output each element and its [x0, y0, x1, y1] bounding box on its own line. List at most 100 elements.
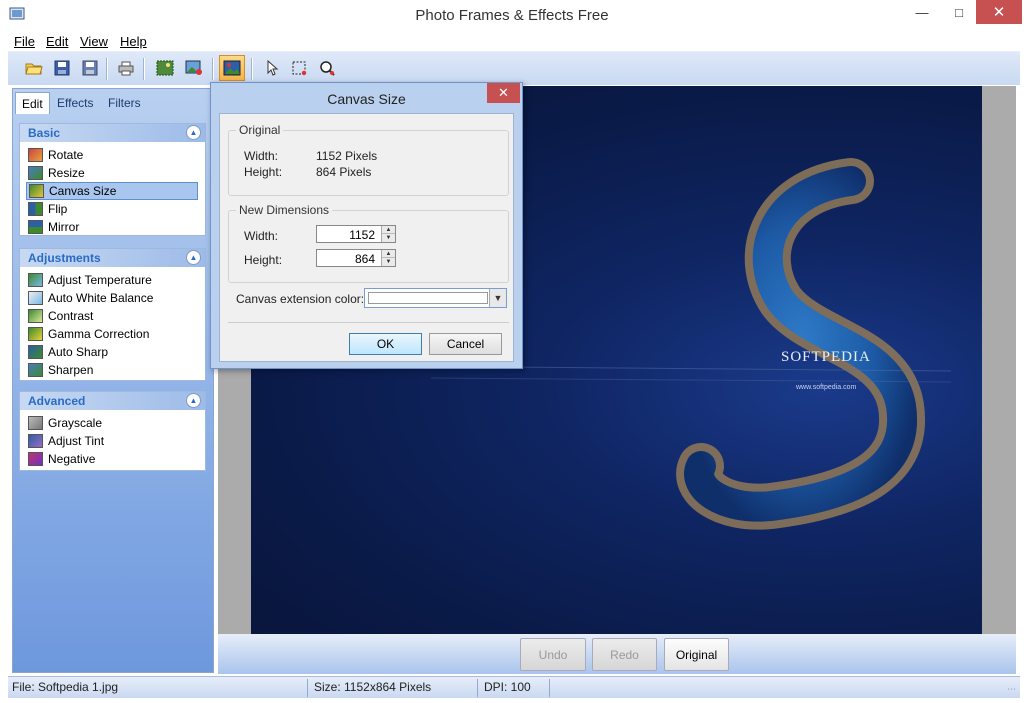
- original-width-value: 1152 Pixels: [316, 149, 378, 163]
- original-height-value: 864 Pixels: [316, 165, 372, 179]
- height-value: 864: [354, 252, 375, 266]
- window-title: Photo Frames & Effects Free: [415, 7, 609, 24]
- toolbar: [8, 51, 1020, 85]
- original-button[interactable]: Original: [664, 638, 729, 671]
- spin-down-icon[interactable]: ▼: [382, 258, 395, 266]
- status-file: File: Softpedia 1.jpg: [12, 680, 119, 694]
- status-dpi: DPI: 100: [484, 680, 531, 694]
- status-bar: File: Softpedia 1.jpg Size: 1152x864 Pix…: [8, 676, 1020, 698]
- section-basic: Basic ▲ Rotate Resize Canvas Size Flip M…: [19, 123, 206, 236]
- width-spinbox[interactable]: 1152 ▲ ▼: [316, 225, 396, 243]
- list-item[interactable]: Contrast: [26, 307, 198, 325]
- contrast-icon: [28, 309, 43, 323]
- canvas-size-dialog: Canvas Size ✕ Original Width: 1152 Pixel…: [210, 82, 523, 369]
- maximize-button[interactable]: □: [944, 0, 974, 24]
- select-image-icon[interactable]: [153, 56, 177, 80]
- dialog-close-button[interactable]: ✕: [487, 83, 520, 103]
- list-item[interactable]: Grayscale: [26, 414, 198, 432]
- minimize-button[interactable]: —: [907, 0, 937, 24]
- resize-icon: [28, 166, 43, 180]
- tab-effects[interactable]: Effects: [51, 92, 99, 114]
- tint-icon: [28, 434, 43, 448]
- print-icon[interactable]: [114, 56, 138, 80]
- save-as-icon[interactable]: [78, 56, 102, 80]
- auto-sharp-icon: [28, 345, 43, 359]
- chevron-down-icon[interactable]: ▼: [489, 289, 506, 307]
- height-spinbox[interactable]: 864 ▲ ▼: [316, 249, 396, 267]
- list-item[interactable]: Flip: [26, 200, 198, 218]
- white-balance-icon: [28, 291, 43, 305]
- panel-tabs: Edit Effects Filters: [13, 89, 213, 114]
- menu-help[interactable]: Help: [120, 34, 147, 49]
- temperature-icon: [28, 273, 43, 287]
- undo-button[interactable]: Undo: [520, 638, 586, 671]
- gamma-icon: [28, 327, 43, 341]
- tools-panel: Edit Effects Filters Basic ▲ Rotate Resi…: [12, 88, 214, 673]
- color-swatch: [368, 292, 488, 304]
- original-width-label: Width:: [244, 149, 279, 163]
- section-title: Adjustments: [28, 251, 101, 265]
- resize-grip-icon[interactable]: ⋯: [1007, 684, 1016, 695]
- pointer-icon[interactable]: [260, 56, 284, 80]
- original-group: Original Width: 1152 Pixels Height: 864 …: [228, 123, 509, 196]
- dialog-title: Canvas Size: [327, 91, 406, 107]
- list-item[interactable]: Negative: [26, 450, 198, 468]
- menu-view[interactable]: View: [80, 34, 108, 49]
- spin-up-icon[interactable]: ▲: [382, 250, 395, 258]
- section-title: Basic: [28, 126, 61, 140]
- close-button[interactable]: ✕: [976, 0, 1022, 24]
- watermark-url: www.softpedia.com: [796, 384, 857, 391]
- canvas-size-icon: [29, 184, 44, 198]
- original-height-label: Height:: [244, 165, 283, 179]
- rect-select-icon[interactable]: [287, 56, 311, 80]
- ok-button[interactable]: OK: [349, 333, 422, 355]
- new-dimensions-group: New Dimensions Width: 1152 ▲ ▼ Height: 8…: [228, 203, 509, 283]
- open-icon[interactable]: [22, 56, 46, 80]
- section-title: Advanced: [28, 394, 86, 408]
- extension-color-label: Canvas extension color:: [236, 292, 365, 306]
- list-item[interactable]: Adjust Temperature: [26, 271, 198, 289]
- flip-icon: [28, 202, 43, 216]
- extension-color-picker[interactable]: ▼: [364, 288, 507, 308]
- tab-edit[interactable]: Edit: [15, 92, 50, 114]
- menu-bar: File Edit View Help: [0, 31, 1024, 51]
- list-item[interactable]: Auto Sharp: [26, 343, 198, 361]
- width-value: 1152: [349, 228, 375, 242]
- collapse-icon[interactable]: ▲: [186, 250, 201, 265]
- watermark-brand: SOFTPEDIA: [781, 349, 871, 365]
- mirror-icon: [28, 220, 43, 234]
- collapse-icon[interactable]: ▲: [186, 125, 201, 140]
- menu-file[interactable]: File: [14, 34, 35, 49]
- list-item[interactable]: Mirror: [26, 218, 198, 236]
- sharpen-icon: [28, 363, 43, 377]
- negative-icon: [28, 452, 43, 466]
- redo-button[interactable]: Redo: [592, 638, 657, 671]
- list-item[interactable]: Rotate: [26, 146, 198, 164]
- title-bar: Photo Frames & Effects Free — □ ✕: [0, 0, 1024, 31]
- list-item[interactable]: Auto White Balance: [26, 289, 198, 307]
- original-legend: Original: [236, 123, 284, 137]
- tab-filters[interactable]: Filters: [102, 92, 147, 114]
- cancel-button[interactable]: Cancel: [429, 333, 502, 355]
- rotate-icon: [28, 148, 43, 162]
- save-icon[interactable]: [50, 56, 74, 80]
- new-height-label: Height:: [244, 253, 283, 267]
- section-advanced: Advanced ▲ Grayscale Adjust Tint Negativ…: [19, 391, 206, 471]
- list-item[interactable]: Canvas Size: [26, 182, 198, 200]
- list-item[interactable]: Gamma Correction: [26, 325, 198, 343]
- new-width-label: Width:: [244, 229, 279, 243]
- status-size: Size: 1152x864 Pixels: [314, 680, 432, 694]
- collapse-icon[interactable]: ▲: [186, 393, 201, 408]
- photo-effects-icon[interactable]: [219, 55, 245, 81]
- menu-edit[interactable]: Edit: [46, 34, 68, 49]
- zoom-icon[interactable]: [315, 56, 339, 80]
- list-item[interactable]: Resize: [26, 164, 198, 182]
- insert-image-icon[interactable]: [182, 56, 206, 80]
- list-item[interactable]: Adjust Tint: [26, 432, 198, 450]
- grayscale-icon: [28, 416, 43, 430]
- section-adjustments: Adjustments ▲ Adjust Temperature Auto Wh…: [19, 248, 206, 381]
- list-item[interactable]: Sharpen: [26, 361, 198, 379]
- spin-down-icon[interactable]: ▼: [382, 234, 395, 242]
- spin-up-icon[interactable]: ▲: [382, 226, 395, 234]
- new-dimensions-legend: New Dimensions: [236, 203, 333, 217]
